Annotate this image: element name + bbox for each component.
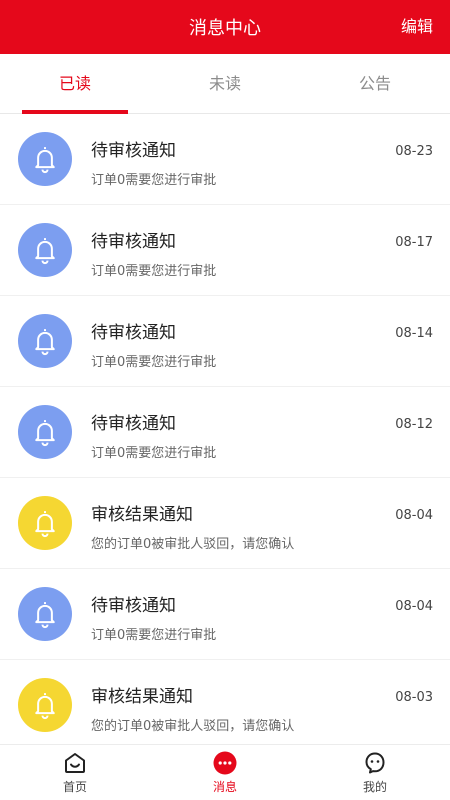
message-title: 待审核通知 — [91, 323, 176, 343]
tab-bar: 已读 未读 公告 — [0, 54, 450, 114]
page-title: 消息中心 — [189, 18, 261, 39]
message-title: 待审核通知 — [91, 232, 176, 252]
tab-label: 已读 — [58, 74, 91, 93]
list-item[interactable]: 审核结果通知 您的订单0被审批人驳回，请您确认 08-03 — [0, 660, 450, 744]
nav-mine[interactable]: 我的 — [300, 745, 450, 800]
nav-home[interactable]: 首页 — [0, 745, 150, 800]
bell-icon — [35, 329, 55, 356]
list-item[interactable]: 待审核通知 订单0需要您进行审批 08-04 — [0, 569, 450, 660]
bell-icon — [35, 693, 55, 720]
message-desc: 您的订单0被审批人驳回，请您确认 — [91, 537, 295, 552]
message-list[interactable]: 待审核通知 订单0需要您进行审批 08-23 待审核通知 订单0需要您进行审批 … — [0, 114, 450, 744]
bell-icon — [35, 511, 55, 538]
message-avatar — [18, 314, 72, 368]
tab-unread[interactable]: 未读 — [172, 54, 278, 114]
tab-label: 公告 — [358, 74, 391, 93]
message-avatar — [18, 587, 72, 641]
message-avatar — [18, 223, 72, 277]
message-avatar — [18, 405, 72, 459]
message-desc: 您的订单0被审批人驳回，请您确认 — [91, 719, 295, 734]
message-icon — [213, 751, 237, 775]
header-bar: 消息中心 编辑 — [0, 0, 450, 54]
list-item[interactable]: 审核结果通知 您的订单0被审批人驳回，请您确认 08-04 — [0, 478, 450, 569]
message-desc: 订单0需要您进行审批 — [91, 628, 217, 643]
nav-label: 我的 — [362, 780, 387, 794]
message-title: 待审核通知 — [91, 596, 176, 616]
message-date: 08-03 — [395, 690, 433, 705]
message-date: 08-14 — [395, 326, 433, 341]
profile-icon — [365, 752, 385, 774]
message-avatar — [18, 132, 72, 186]
message-title: 审核结果通知 — [91, 687, 193, 707]
nav-message[interactable]: 消息 — [150, 745, 300, 800]
message-desc: 订单0需要您进行审批 — [91, 446, 217, 461]
tab-announcement[interactable]: 公告 — [322, 54, 428, 114]
nav-label: 消息 — [212, 780, 237, 794]
message-avatar — [18, 496, 72, 550]
nav-label: 首页 — [62, 780, 87, 794]
list-item[interactable]: 待审核通知 订单0需要您进行审批 08-14 — [0, 296, 450, 387]
list-item[interactable]: 待审核通知 订单0需要您进行审批 08-17 — [0, 205, 450, 296]
message-date: 08-04 — [395, 599, 433, 614]
message-desc: 订单0需要您进行审批 — [91, 264, 217, 279]
bell-icon — [35, 420, 55, 447]
bell-icon — [35, 147, 55, 174]
message-date: 08-04 — [395, 508, 433, 523]
message-title: 待审核通知 — [91, 414, 176, 434]
message-title: 待审核通知 — [91, 141, 176, 161]
home-icon — [65, 753, 85, 773]
message-date: 08-23 — [395, 144, 433, 159]
message-date: 08-12 — [395, 417, 433, 432]
bell-icon — [35, 602, 55, 629]
message-date: 08-17 — [395, 235, 433, 250]
bell-icon — [35, 238, 55, 265]
bottom-tab-bar: 首页 消息 我的 — [0, 744, 450, 800]
message-desc: 订单0需要您进行审批 — [91, 355, 217, 370]
message-desc: 订单0需要您进行审批 — [91, 173, 217, 188]
edit-button[interactable]: 编辑 — [401, 0, 433, 54]
message-avatar — [18, 678, 72, 732]
tab-read[interactable]: 已读 — [22, 54, 128, 114]
tab-label: 未读 — [208, 74, 241, 93]
list-item[interactable]: 待审核通知 订单0需要您进行审批 08-12 — [0, 387, 450, 478]
message-title: 审核结果通知 — [91, 505, 193, 525]
list-item[interactable]: 待审核通知 订单0需要您进行审批 08-23 — [0, 114, 450, 205]
